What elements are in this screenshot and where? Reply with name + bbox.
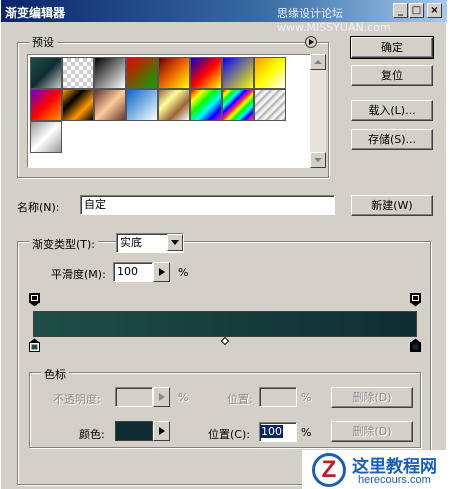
preset-swatch[interactable] bbox=[30, 121, 62, 153]
delete-opacity-stop-button[interactable]: 删除(D) bbox=[331, 387, 413, 408]
gradient-type-select[interactable]: 实底 bbox=[116, 233, 184, 253]
opacity-label: 不透明度: bbox=[53, 393, 101, 406]
scroll-up-icon[interactable] bbox=[310, 54, 326, 70]
load-button[interactable]: 载入(L)... bbox=[351, 100, 433, 121]
opacity-arrow-icon[interactable] bbox=[153, 387, 170, 407]
preset-swatch[interactable] bbox=[190, 57, 222, 89]
close-button[interactable]: × bbox=[427, 3, 442, 18]
delete-color-stop-button[interactable]: 删除(D) bbox=[331, 421, 413, 442]
smoothness-arrow-icon[interactable] bbox=[153, 262, 170, 282]
preset-swatch[interactable] bbox=[158, 89, 190, 121]
scroll-down-icon[interactable] bbox=[310, 152, 326, 168]
smoothness-input[interactable]: 100 bbox=[113, 262, 153, 282]
color-swatch[interactable] bbox=[115, 421, 153, 441]
color-arrow-icon[interactable] bbox=[153, 421, 170, 441]
gradient-editor-dialog: 渐变编辑器 思缘设计论坛 www.MISSYUAN.com _ □ × 预设 确… bbox=[0, 0, 447, 489]
presets-label: 预设 bbox=[29, 34, 57, 50]
dialog-title: 渐变编辑器 bbox=[5, 6, 66, 20]
presets-menu-icon[interactable] bbox=[305, 36, 317, 48]
preset-swatch[interactable] bbox=[126, 89, 158, 121]
gradient-type-label: 渐变类型(T): bbox=[29, 236, 99, 252]
logo-z-icon: Z bbox=[312, 453, 346, 487]
preset-swatch[interactable] bbox=[158, 57, 190, 89]
new-button[interactable]: 新建(W) bbox=[351, 195, 433, 216]
color-location-label: 位置(C): bbox=[208, 428, 250, 441]
preset-swatch[interactable] bbox=[30, 57, 62, 89]
preset-swatch[interactable] bbox=[254, 89, 286, 121]
preset-swatch[interactable] bbox=[222, 89, 254, 121]
preset-swatch[interactable] bbox=[94, 89, 126, 121]
color-location-value: 100 bbox=[260, 425, 283, 438]
site-watermark-logo: Z 这里教程网 herecours.com bbox=[302, 450, 450, 489]
logo-url: herecours.com bbox=[358, 474, 431, 486]
color-stop-left[interactable] bbox=[29, 338, 40, 352]
preset-swatches bbox=[27, 54, 311, 168]
smoothness-unit: % bbox=[178, 266, 189, 279]
preset-swatch[interactable] bbox=[62, 57, 94, 89]
color-stop-right[interactable] bbox=[410, 338, 421, 352]
ok-button[interactable]: 确定 bbox=[350, 36, 434, 59]
opacity-unit: % bbox=[178, 391, 189, 404]
color-location-unit: % bbox=[301, 426, 312, 439]
preset-swatch[interactable] bbox=[62, 89, 94, 121]
gradient-preview-bar[interactable] bbox=[33, 311, 417, 337]
preset-swatch[interactable] bbox=[126, 57, 158, 89]
smoothness-label: 平滑度(M): bbox=[51, 268, 106, 281]
presets-scrollbar[interactable] bbox=[310, 54, 326, 168]
opacity-location-label: 位置: bbox=[227, 393, 253, 406]
name-label: 名称(N): bbox=[17, 201, 60, 214]
gradient-type-value: 实底 bbox=[120, 236, 142, 249]
opacity-stop-left[interactable] bbox=[29, 293, 40, 307]
opacity-stop-right[interactable] bbox=[410, 293, 421, 307]
preset-swatch[interactable] bbox=[94, 57, 126, 89]
dropdown-arrow-icon[interactable] bbox=[167, 234, 183, 251]
title-bar: 渐变编辑器 思缘设计论坛 www.MISSYUAN.com _ □ × bbox=[1, 0, 447, 34]
preset-swatch[interactable] bbox=[254, 57, 286, 89]
name-input[interactable]: 自定 bbox=[80, 195, 335, 215]
preset-swatch[interactable] bbox=[222, 57, 254, 89]
opacity-input[interactable] bbox=[115, 387, 153, 407]
reset-button[interactable]: 复位 bbox=[351, 65, 433, 86]
preset-swatch[interactable] bbox=[190, 89, 222, 121]
opacity-location-unit: % bbox=[301, 391, 312, 404]
color-stops-label: 色标 bbox=[41, 366, 69, 382]
save-button[interactable]: 存储(S)... bbox=[351, 129, 433, 150]
minimize-button[interactable]: _ bbox=[393, 3, 408, 18]
color-label: 颜色: bbox=[79, 428, 105, 441]
color-location-input[interactable]: 100 bbox=[259, 422, 297, 442]
preset-swatch[interactable] bbox=[30, 89, 62, 121]
opacity-location-input[interactable] bbox=[259, 387, 297, 407]
maximize-button[interactable]: □ bbox=[409, 3, 424, 18]
